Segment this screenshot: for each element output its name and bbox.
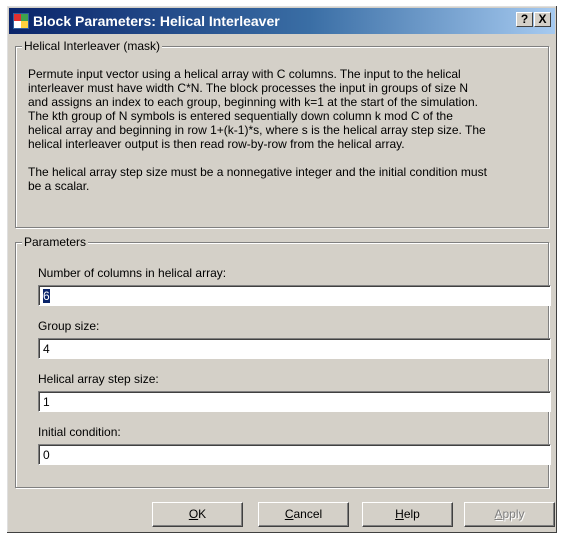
columns-input[interactable]: 6 — [38, 285, 551, 306]
window-title: Block Parameters: Helical Interleaver — [33, 13, 280, 29]
mask-group-label: Helical Interleaver (mask) — [22, 39, 163, 53]
mask-description-group: Helical Interleaver (mask) Permute input… — [15, 39, 549, 228]
initial-condition-label: Initial condition: — [38, 425, 121, 439]
parameters-group-label: Parameters — [22, 235, 89, 249]
mask-description: Permute input vector using a helical arr… — [28, 67, 540, 207]
group-size-value: 4 — [43, 342, 50, 356]
simulink-block-icon — [13, 13, 29, 29]
apply-button: Apply — [464, 502, 555, 527]
group-size-label: Group size: — [38, 319, 100, 333]
description-paragraph-1: Permute input vector using a helical arr… — [28, 67, 486, 151]
help-button[interactable]: Help — [362, 502, 453, 527]
help-title-button[interactable]: ? — [516, 12, 533, 27]
title-bar[interactable]: Block Parameters: Helical Interleaver ? … — [9, 8, 555, 34]
parameters-group: Parameters Number of columns in helical … — [15, 235, 551, 488]
step-size-label: Helical array step size: — [38, 372, 159, 386]
columns-label: Number of columns in helical array: — [38, 266, 227, 280]
initial-condition-value: 0 — [43, 448, 50, 462]
step-size-value: 1 — [43, 395, 50, 409]
group-size-input[interactable]: 4 — [38, 338, 551, 359]
columns-value: 6 — [43, 289, 50, 303]
initial-condition-input[interactable]: 0 — [38, 444, 551, 465]
step-size-input[interactable]: 1 — [38, 391, 551, 412]
ok-button[interactable]: OK — [152, 502, 243, 527]
cancel-button[interactable]: Cancel — [258, 502, 349, 527]
close-button[interactable]: X — [534, 12, 551, 27]
description-paragraph-2: The helical array step size must be a no… — [28, 165, 487, 193]
dialog-window: Block Parameters: Helical Interleaver ? … — [6, 5, 558, 534]
